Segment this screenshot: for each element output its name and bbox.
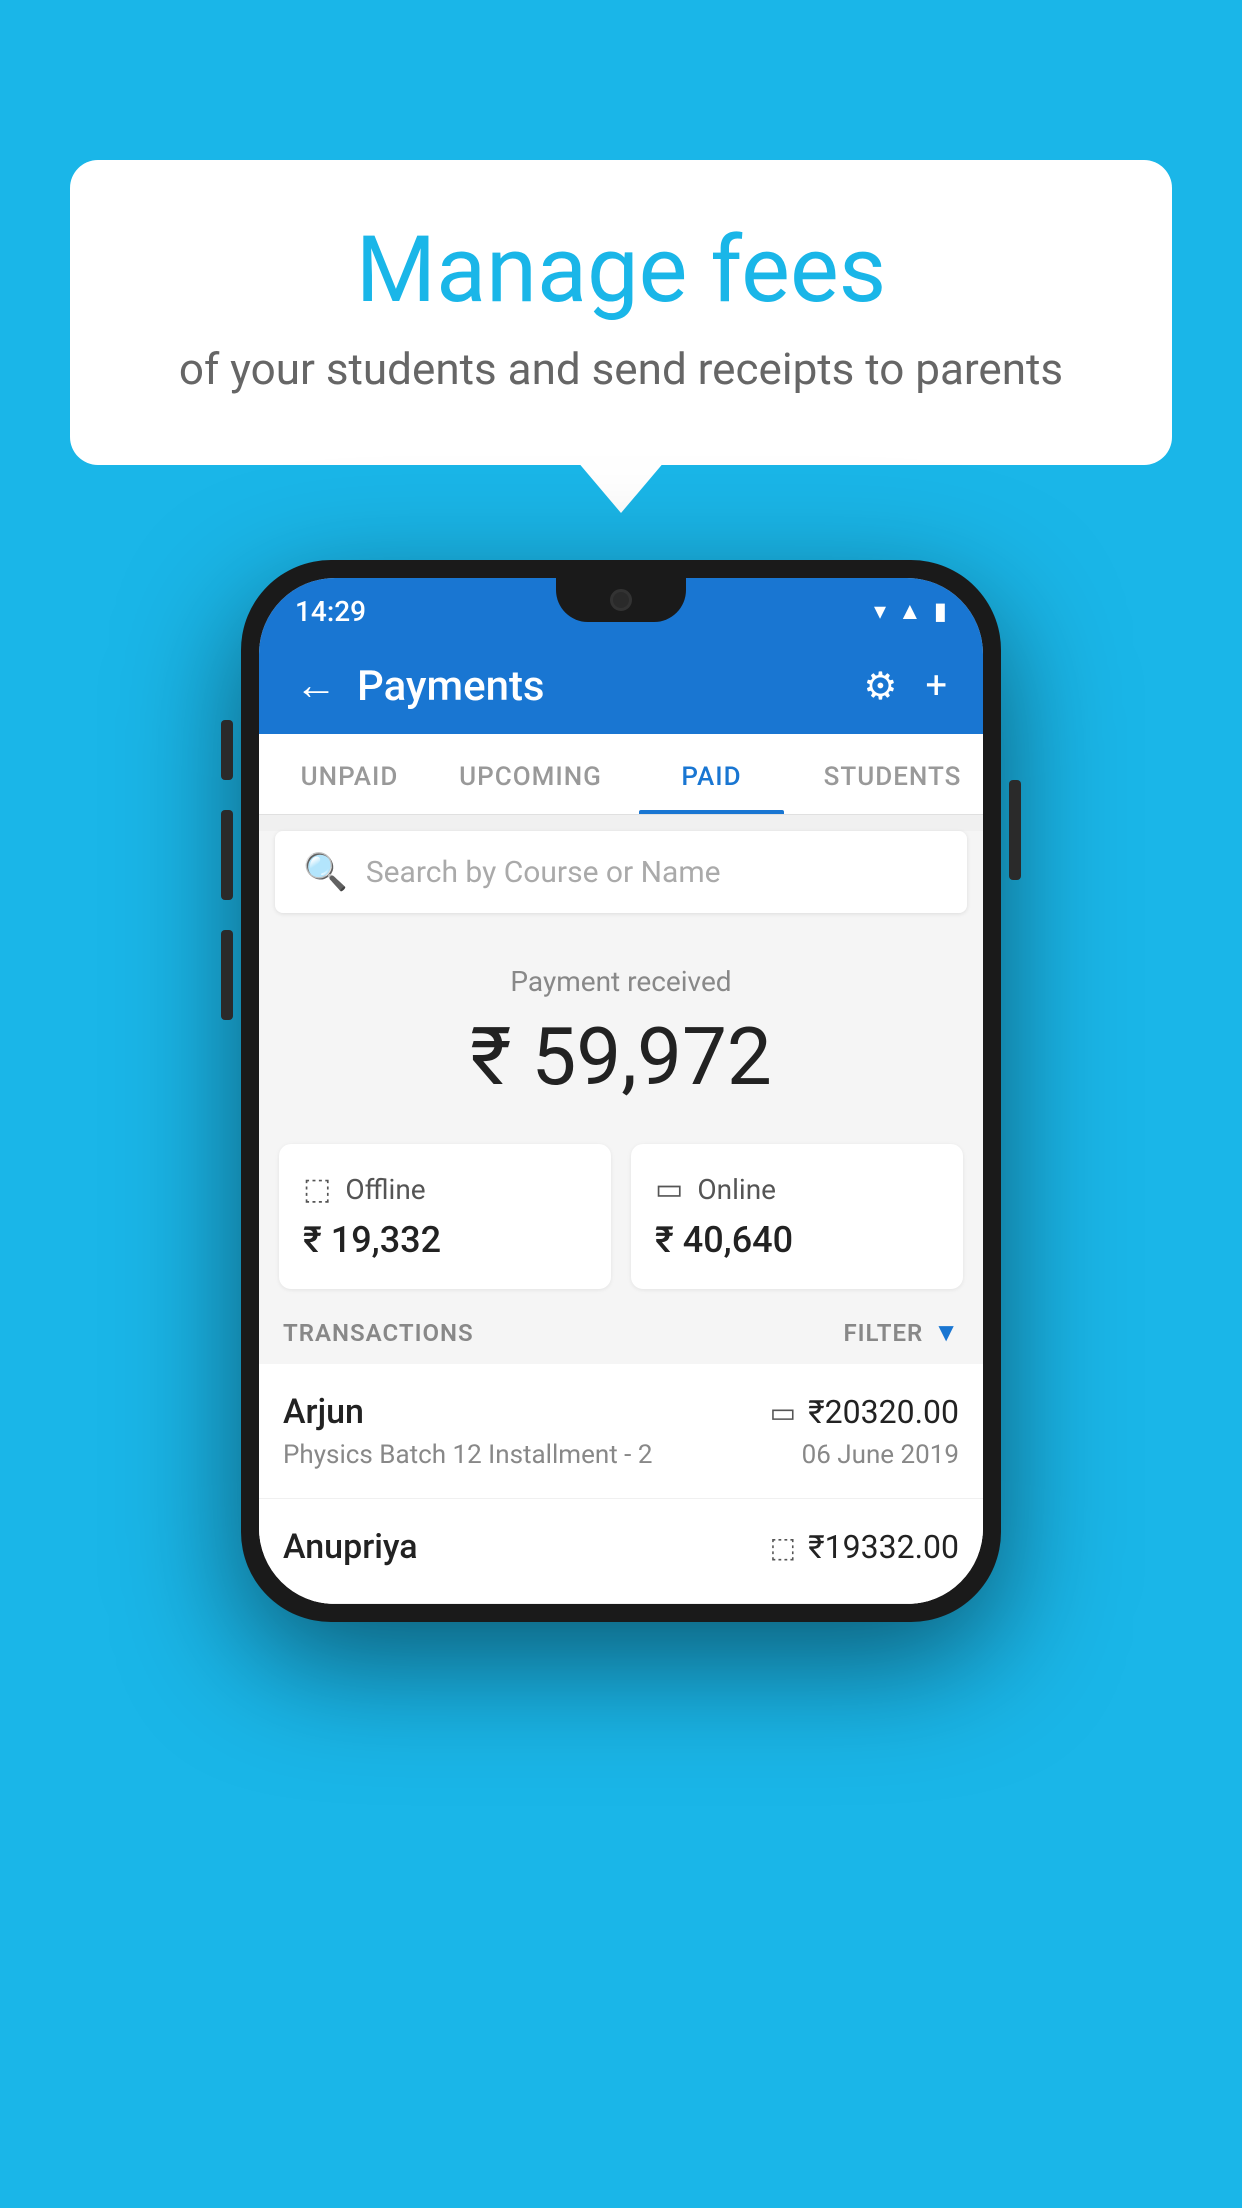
transaction-bottom: Physics Batch 12 Installment - 2 06 June… (283, 1440, 959, 1470)
filter-label: FILTER (843, 1319, 923, 1347)
online-card: ▭ Online ₹ 40,640 (631, 1144, 963, 1289)
tab-students[interactable]: STUDENTS (802, 734, 983, 814)
transactions-header: TRANSACTIONS FILTER ▼ (259, 1289, 983, 1364)
phone-outer: 14:29 ▾ ▲ ▮ ← Payments ⚙ + (241, 560, 1001, 1622)
search-icon: 🔍 (303, 851, 348, 893)
payment-received-section: Payment received ₹ 59,972 (259, 929, 983, 1124)
tab-upcoming[interactable]: UPCOMING (440, 734, 621, 814)
speech-bubble: Manage fees of your students and send re… (70, 160, 1172, 465)
transaction-amount-row: ⬚ ₹19332.00 (770, 1528, 959, 1566)
front-camera (610, 589, 632, 611)
settings-icon[interactable]: ⚙ (863, 664, 897, 709)
card-payment-icon: ▭ (770, 1396, 796, 1429)
table-row[interactable]: Arjun ▭ ₹20320.00 Physics Batch 12 Insta… (259, 1364, 983, 1499)
payment-amount: ₹ 59,972 (259, 1010, 983, 1104)
offline-icon: ⬚ (303, 1172, 331, 1207)
tab-unpaid[interactable]: UNPAID (259, 734, 440, 814)
online-label: Online (697, 1173, 776, 1206)
wifi-icon: ▾ (874, 597, 886, 625)
offline-card: ⬚ Offline ₹ 19,332 (279, 1144, 611, 1289)
battery-icon: ▮ (934, 597, 947, 625)
offline-amount: ₹ 19,332 (303, 1219, 587, 1261)
payment-cards: ⬚ Offline ₹ 19,332 ▭ Online ₹ 40,640 (279, 1144, 963, 1289)
filter-icon: ▼ (933, 1317, 959, 1348)
filter-container[interactable]: FILTER ▼ (843, 1317, 959, 1348)
bubble-subtitle: of your students and send receipts to pa… (150, 343, 1092, 395)
tabs: UNPAID UPCOMING PAID STUDENTS (259, 734, 983, 815)
transaction-date: 06 June 2019 (802, 1440, 959, 1470)
back-button[interactable]: ← (295, 665, 337, 707)
volume-up-button (221, 810, 233, 900)
transaction-amount: ₹20320.00 (808, 1393, 959, 1431)
transaction-amount-row: ▭ ₹20320.00 (770, 1393, 959, 1431)
transaction-detail: Physics Batch 12 Installment - 2 (283, 1440, 652, 1470)
page-title: Payments (357, 662, 545, 711)
online-card-header: ▭ Online (655, 1172, 939, 1207)
transaction-amount: ₹19332.00 (808, 1528, 959, 1566)
tab-paid[interactable]: PAID (621, 734, 802, 814)
phone-notch (556, 578, 686, 622)
transaction-name: Anupriya (283, 1527, 418, 1567)
transactions-label: TRANSACTIONS (283, 1319, 474, 1347)
status-time: 14:29 (295, 595, 366, 628)
transaction-top: Anupriya ⬚ ₹19332.00 (283, 1527, 959, 1567)
header-left: ← Payments (295, 662, 545, 711)
transactions-list: Arjun ▭ ₹20320.00 Physics Batch 12 Insta… (259, 1364, 983, 1604)
table-row[interactable]: Anupriya ⬚ ₹19332.00 (259, 1499, 983, 1604)
status-icons: ▾ ▲ ▮ (874, 597, 947, 626)
header-right: ⚙ + (863, 664, 947, 709)
transaction-name: Arjun (283, 1392, 364, 1432)
signal-icon: ▲ (898, 597, 922, 626)
volume-down-button (221, 930, 233, 1020)
transaction-top: Arjun ▭ ₹20320.00 (283, 1392, 959, 1432)
online-amount: ₹ 40,640 (655, 1219, 939, 1261)
search-input[interactable]: Search by Course or Name (366, 855, 721, 890)
payment-received-label: Payment received (259, 965, 983, 998)
silent-button (221, 720, 233, 780)
phone-mockup: 14:29 ▾ ▲ ▮ ← Payments ⚙ + (241, 560, 1001, 1622)
content-area: 🔍 Search by Course or Name Payment recei… (259, 831, 983, 1604)
app-header: ← Payments ⚙ + (259, 638, 983, 734)
search-bar[interactable]: 🔍 Search by Course or Name (275, 831, 967, 913)
add-icon[interactable]: + (925, 664, 947, 708)
offline-label: Offline (345, 1173, 425, 1206)
phone-screen: 14:29 ▾ ▲ ▮ ← Payments ⚙ + (259, 578, 983, 1604)
power-button (1009, 780, 1021, 880)
offline-card-header: ⬚ Offline (303, 1172, 587, 1207)
online-icon: ▭ (655, 1172, 683, 1207)
bubble-title: Manage fees (150, 220, 1092, 321)
offline-payment-icon: ⬚ (770, 1531, 796, 1564)
